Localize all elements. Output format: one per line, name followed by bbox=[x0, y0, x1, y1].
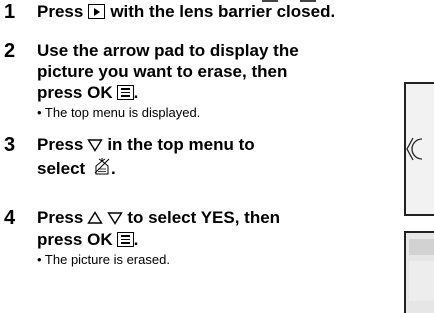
menu-button-icon bbox=[116, 232, 134, 247]
screen-content bbox=[409, 239, 434, 255]
step-text: with the lens barrier closed. bbox=[110, 2, 336, 21]
up-arrow-icon bbox=[87, 211, 104, 224]
step-3-line-2: select . bbox=[37, 157, 116, 179]
step-number: 2 bbox=[4, 40, 16, 62]
step-4-note: • The picture is erased. bbox=[37, 252, 170, 267]
step-2-line-1: Use the arrow pad to display the bbox=[37, 41, 299, 60]
step-text: press bbox=[37, 230, 83, 249]
step-text: press bbox=[37, 83, 83, 102]
playback-button-icon bbox=[88, 4, 106, 19]
ok-label: OK bbox=[87, 230, 113, 249]
step-2-note: • The top menu is displayed. bbox=[37, 105, 201, 120]
step-2-line-3: press OK. bbox=[37, 83, 138, 103]
screen-content bbox=[409, 261, 434, 301]
step-text: in the top menu to bbox=[107, 135, 255, 154]
screen-illustration bbox=[404, 231, 434, 313]
step-2-line-2: picture you want to erase, then bbox=[37, 62, 288, 81]
step-text: . bbox=[110, 159, 116, 178]
step-text: to select YES, then bbox=[127, 208, 281, 227]
step-text: . bbox=[133, 83, 139, 102]
down-arrow-icon bbox=[107, 212, 124, 225]
step-text: Press bbox=[37, 135, 84, 154]
step-text: select bbox=[37, 159, 86, 178]
step-number: 3 bbox=[4, 134, 16, 156]
step-1-line-1: Press with the lens barrier closed. bbox=[37, 2, 335, 22]
step-3-line-1: Press in the top menu to bbox=[37, 135, 255, 155]
erase-icon bbox=[94, 158, 110, 175]
step-4-line-1: Press to select YES, then bbox=[37, 208, 280, 228]
down-arrow-icon bbox=[87, 139, 104, 152]
step-text: Press bbox=[37, 208, 84, 227]
step-text: . bbox=[133, 230, 139, 249]
ok-label: OK bbox=[87, 83, 113, 102]
step-4-line-2: press OK. bbox=[37, 230, 138, 250]
step-number: 4 bbox=[4, 207, 16, 229]
step-number: 1 bbox=[4, 1, 16, 23]
left-arrow-icon bbox=[406, 137, 423, 161]
screen-illustration bbox=[404, 82, 434, 216]
menu-button-icon bbox=[116, 85, 134, 100]
step-text: Press bbox=[37, 2, 84, 21]
